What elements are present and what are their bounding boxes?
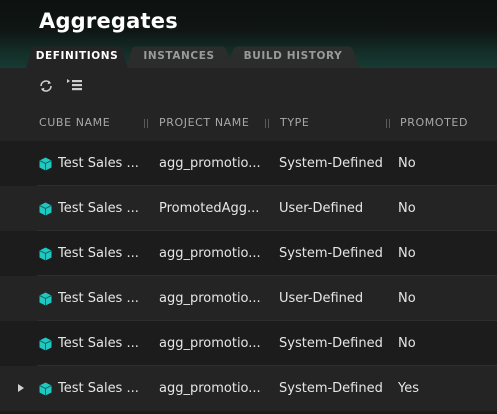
type-cell: User-Defined	[279, 291, 364, 306]
project-name-cell: agg_promotio...	[159, 156, 261, 171]
tab-instances[interactable]: INSTANCES	[126, 43, 232, 68]
cube-icon	[39, 247, 52, 261]
cube-name-cell: Test Sales ...	[58, 336, 139, 351]
column-resize-handle[interactable]	[386, 119, 390, 128]
cube-icon	[39, 202, 52, 216]
project-name-cell: PromotedAgg...	[159, 201, 260, 216]
cube-name-cell: Test Sales ...	[58, 291, 139, 306]
page-title: Aggregates	[39, 9, 178, 33]
table-header: CUBE NAME PROJECT NAME TYPE PROMOTED	[0, 105, 497, 141]
cube-name-cell: Test Sales ...	[58, 246, 139, 261]
table-row[interactable]: Test Sales ... PromotedAgg... User-Defin…	[0, 186, 497, 231]
promoted-cell: No	[398, 156, 416, 171]
table-row[interactable]: Test Sales ... agg_promotio... User-Defi…	[0, 276, 497, 321]
page-header: Aggregates DEFINITIONS INSTANCES BUILD H…	[0, 0, 497, 68]
cube-icon	[39, 157, 52, 171]
type-cell: System-Defined	[279, 381, 383, 396]
column-resize-handle[interactable]	[144, 119, 148, 128]
project-name-cell: agg_promotio...	[159, 336, 261, 351]
refresh-icon[interactable]	[37, 77, 55, 95]
project-name-cell: agg_promotio...	[159, 291, 261, 306]
project-name-cell: agg_promotio...	[159, 246, 261, 261]
column-header-cube-name[interactable]: CUBE NAME	[39, 105, 110, 141]
cube-icon	[39, 337, 52, 351]
column-resize-handle[interactable]	[265, 119, 269, 128]
tab-build-history[interactable]: BUILD HISTORY	[226, 43, 360, 68]
tab-definitions[interactable]: DEFINITIONS	[26, 43, 128, 68]
type-cell: System-Defined	[279, 336, 383, 351]
column-header-promoted[interactable]: PROMOTED	[400, 105, 468, 141]
promoted-cell: No	[398, 201, 416, 216]
tab-definitions-label: DEFINITIONS	[35, 50, 119, 62]
table-row[interactable]: Test Sales ... agg_promotio... System-De…	[0, 366, 497, 411]
table-row[interactable]: Test Sales ... agg_promotio... System-De…	[0, 231, 497, 276]
promoted-cell: No	[398, 336, 416, 351]
cube-name-cell: Test Sales ...	[58, 201, 139, 216]
column-header-project-name[interactable]: PROJECT NAME	[159, 105, 249, 141]
cube-icon	[39, 292, 52, 306]
type-cell: System-Defined	[279, 246, 383, 261]
promoted-cell: No	[398, 291, 416, 306]
cube-icon	[39, 382, 52, 396]
expand-row-icon[interactable]	[18, 384, 24, 392]
toolbar	[0, 68, 497, 105]
tab-bar: DEFINITIONS INSTANCES BUILD HISTORY	[0, 43, 497, 68]
table-row[interactable]: Test Sales ... agg_promotio... System-De…	[0, 321, 497, 366]
cube-name-cell: Test Sales ...	[58, 381, 139, 396]
promoted-cell: Yes	[398, 381, 419, 396]
project-name-cell: agg_promotio...	[159, 381, 261, 396]
table-row[interactable]: Test Sales ... agg_promotio... System-De…	[0, 141, 497, 186]
column-header-type[interactable]: TYPE	[280, 105, 309, 141]
type-cell: User-Defined	[279, 201, 364, 216]
tab-build-history-label: BUILD HISTORY	[243, 50, 343, 62]
promoted-cell: No	[398, 246, 416, 261]
tab-instances-label: INSTANCES	[143, 50, 215, 62]
type-cell: System-Defined	[279, 156, 383, 171]
collapse-list-icon[interactable]	[66, 77, 84, 95]
cube-name-cell: Test Sales ...	[58, 156, 139, 171]
